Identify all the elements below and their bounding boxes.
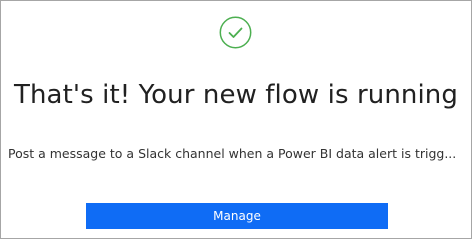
flow-created-panel: That's it! Your new flow is running Post… — [0, 0, 472, 239]
check-circle-icon — [219, 16, 252, 49]
page-title: That's it! Your new flow is running — [13, 80, 458, 110]
manage-button[interactable]: Manage — [86, 203, 388, 229]
flow-description: Post a message to a Slack channel when a… — [8, 146, 457, 161]
